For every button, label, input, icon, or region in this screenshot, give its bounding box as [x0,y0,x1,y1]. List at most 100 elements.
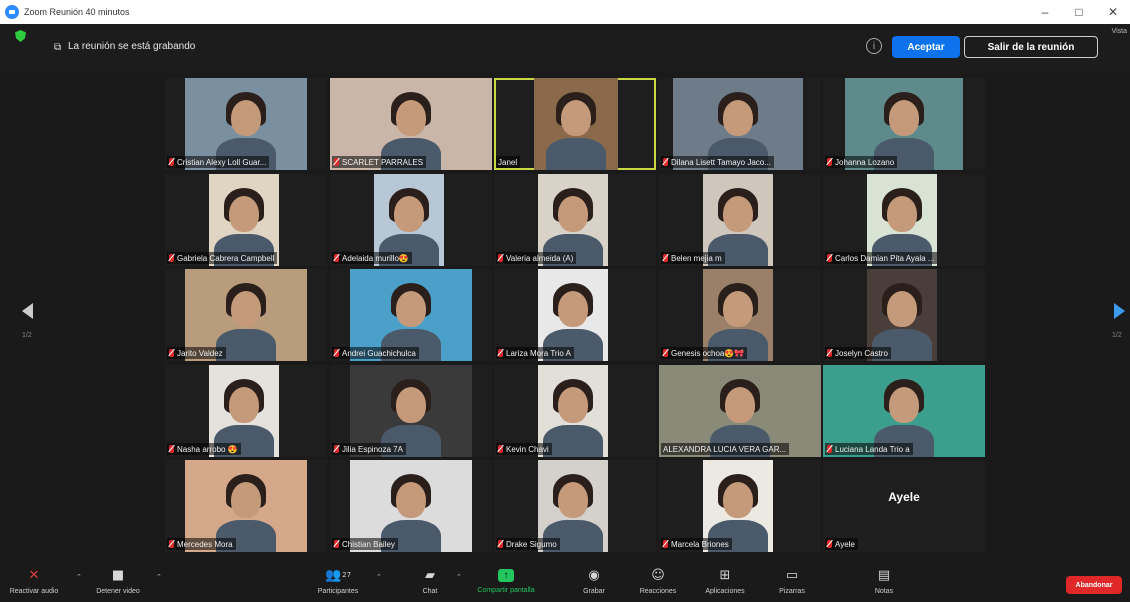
participant-name-plate: SCARLET PARRALES [332,156,427,168]
view-button[interactable]: Vista [1112,28,1127,35]
participants-button[interactable]: 👥 27 Participantes [310,560,366,602]
page-indicator-right: 1/2 [1112,332,1122,339]
muted-microphone-icon [169,349,174,357]
stop-video-button[interactable]: ■ Detener video [96,560,140,602]
reactions-button[interactable]: ☺ Reacciones [636,560,680,602]
participant-tile[interactable]: Chistian Bailey [330,460,492,552]
window-title: Zoom Reunión 40 minutos [24,7,130,17]
share-screen-icon: ↑ [498,568,514,582]
muted-microphone-icon: ✕ [28,567,40,583]
close-button[interactable]: ✕ [1096,0,1130,24]
page-indicator-left: 1/2 [22,332,32,339]
security-shield-icon[interactable] [15,30,26,42]
muted-microphone-icon [334,254,339,262]
participant-face [396,100,426,136]
muted-microphone-icon [827,158,832,166]
maximize-button[interactable]: □ [1062,0,1096,24]
participant-tile[interactable]: Adelaida murillo😍 [330,174,492,266]
muted-microphone-icon [169,445,174,453]
muted-microphone-icon [498,540,503,548]
participant-tile[interactable]: Nasha arrobo 😍 [165,365,327,457]
participants-caret-icon[interactable]: ⌃ [376,573,382,581]
video-options-caret-icon[interactable]: ⌃ [156,573,162,581]
participant-name: Gabriela Cabrera Campbell [177,253,275,263]
info-icon[interactable]: i [866,38,882,54]
zoom-app-icon [5,5,19,19]
apps-button[interactable]: ⊞ Aplicaciones [700,560,750,602]
participant-tile[interactable]: Gabriela Cabrera Campbell [165,174,327,266]
participant-name-plate: Belen mejia m [661,252,725,264]
participant-face [558,196,588,232]
chat-caret-icon[interactable]: ⌃ [456,573,462,581]
participant-tile[interactable]: ALEXANDRA LUCIA VERA GAR... [659,365,821,457]
share-screen-button[interactable]: ↑ Compartir pantalla [474,560,538,602]
apps-icon: ⊞ [719,567,731,583]
participant-tile[interactable]: Janel [494,78,656,170]
participant-name-plate: Janel [496,156,521,168]
participant-face [396,291,426,327]
muted-microphone-icon [334,349,339,357]
participant-tile[interactable]: SCARLET PARRALES [330,78,492,170]
leave-button[interactable]: Abandonar [1066,576,1122,594]
unmute-audio-button[interactable]: ✕ Reactivar audio [9,560,59,602]
muted-microphone-icon [663,158,668,166]
participant-name-plate: Ayele [825,538,858,550]
participant-face [887,196,917,232]
participant-tile[interactable]: Mercedes Mora [165,460,327,552]
whiteboards-button[interactable]: ▭ Pizarras [772,560,812,602]
participant-name: Valeria almeida (A) [506,253,574,263]
participant-tile[interactable]: Johanna Lozano [823,78,985,170]
audio-label: Reactivar audio [9,588,59,595]
participant-tile[interactable]: Luciana Landa Trio a [823,365,985,457]
participant-name: Genesis ochoa😍🎀 [671,348,745,358]
chat-button[interactable]: ▰ Chat [412,560,448,602]
participant-face [229,387,259,423]
notes-button[interactable]: ▤ Notas [866,560,902,602]
participant-tile[interactable]: Kevin Chavi [494,365,656,457]
participant-name: Belen mejia m [671,253,722,263]
participant-tile[interactable]: Lariza Mora Trio A [494,269,656,361]
participant-tile[interactable]: Jilia Espinoza 7A [330,365,492,457]
participant-face [396,387,426,423]
reactions-label: Reacciones [639,588,677,595]
participant-tile[interactable]: Genesis ochoa😍🎀 [659,269,821,361]
participant-tile[interactable]: Carlos Damian Pita Ayala ... [823,174,985,266]
meeting-toolbar: ✕ Reactivar audio ⌃ ■ Detener video ⌃ 👥 2… [0,560,1130,602]
participant-name: Johanna Lozano [835,157,895,167]
participant-face [723,482,753,518]
participant-name: Mercedes Mora [177,539,233,549]
participant-body [543,425,603,457]
previous-page-arrow-icon[interactable] [22,303,33,319]
participant-face [723,291,753,327]
record-button[interactable]: ◉ Grabar [576,560,612,602]
participants-icon: 👥 27 [324,567,352,583]
participant-name-plate: Gabriela Cabrera Campbell [167,252,278,264]
participant-name: Lariza Mora Trio A [506,348,571,358]
participant-tile[interactable]: Dilana Lisett Tamayo Jaco... [659,78,821,170]
participant-tile[interactable]: Belen mejia m [659,174,821,266]
audio-options-caret-icon[interactable]: ⌃ [76,573,82,581]
participant-tile[interactable]: Andrei Guachichulca [330,269,492,361]
participant-name-plate: Nasha arrobo 😍 [167,443,241,455]
minimize-button[interactable]: – [1028,0,1062,24]
leave-meeting-button[interactable]: Salir de la reunión [964,36,1098,58]
participant-name: Nasha arrobo 😍 [177,444,238,454]
participant-tile[interactable]: Cristian Alexy Loll Guar... [165,78,327,170]
chat-bubble-icon: ▰ [425,567,435,583]
participant-name-plate: Joselyn Castro [825,347,891,359]
participant-tile[interactable]: Jarito Valdez [165,269,327,361]
participant-tile[interactable]: Marcela Briones [659,460,821,552]
video-camera-icon: ■ [111,567,125,583]
participant-tile[interactable]: Ayele Ayele [823,460,985,552]
participant-name-plate: Jarito Valdez [167,347,226,359]
next-page-arrow-icon[interactable] [1114,303,1125,319]
whiteboard-icon: ▭ [785,567,799,583]
accept-button[interactable]: Aceptar [892,36,960,58]
participant-display-name: Ayele [888,490,920,504]
participant-tile[interactable]: Joselyn Castro [823,269,985,361]
participant-tile[interactable]: Drake Sigumo [494,460,656,552]
participant-name-plate: Jilia Espinoza 7A [332,443,406,455]
participant-name-plate: Valeria almeida (A) [496,252,577,264]
participant-name: Adelaida murillo😍 [342,253,409,263]
participant-tile[interactable]: Valeria almeida (A) [494,174,656,266]
